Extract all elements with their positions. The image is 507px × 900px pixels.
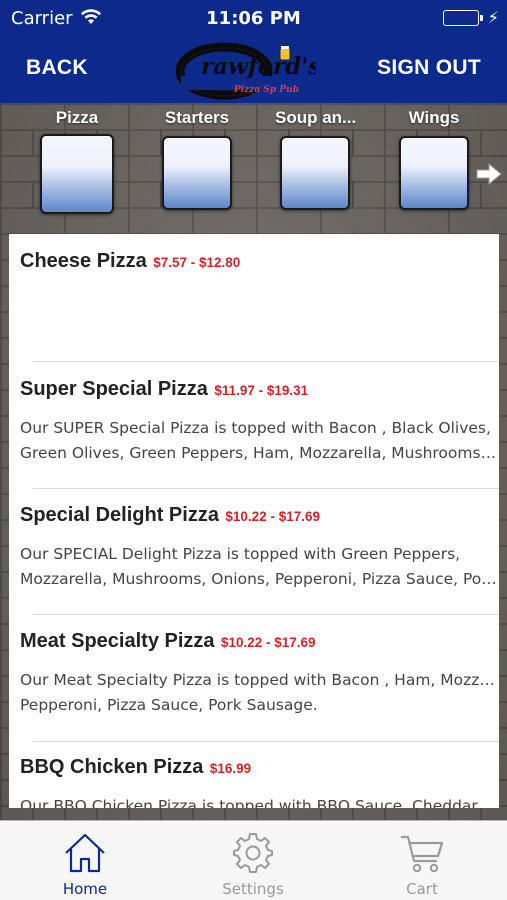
description-line: Green Olives, Green Peppers, Ham, Mozzar…: [20, 444, 498, 462]
status-time: 11:06 PM: [206, 8, 301, 29]
menu-item-meat-specialty-pizza[interactable]: Meat Specialty Pizza $10.22 - $17.69 Our…: [9, 614, 499, 741]
category-pizza[interactable]: Pizza: [37, 107, 117, 214]
menu-item-name: Meat Specialty Pizza: [20, 630, 215, 652]
tab-settings[interactable]: Settings: [193, 821, 313, 900]
category-wings[interactable]: Wings: [394, 107, 474, 210]
battery-icon: [443, 10, 483, 26]
category-label: Wings: [408, 108, 460, 127]
category-label: Pizza: [55, 108, 99, 127]
tab-cart[interactable]: Cart: [362, 821, 482, 900]
menu-item-description: Our SPECIAL Delight Pizza is topped with…: [20, 542, 498, 592]
menu-item-description: Our BBQ Chicken Pizza is topped with BBQ…: [20, 794, 498, 808]
svg-text:Pizza Sp Pub: Pizza Sp Pub: [233, 85, 299, 95]
app-header: Carrier 11:06 PM ⚡ BACK rawford's Pizza …: [0, 0, 507, 103]
menu-item-price: $10.22 - $17.69: [225, 509, 320, 524]
category-thumbnail: [40, 134, 114, 214]
category-starters[interactable]: Starters: [157, 107, 237, 210]
description-line: Pepperoni, Pizza Sauce, Pork Sausage.: [20, 696, 318, 714]
menu-item-special-delight-pizza[interactable]: Special Delight Pizza $10.22 - $17.69 Ou…: [9, 488, 499, 614]
menu-item-description: Our Meat Specialty Pizza is topped with …: [20, 668, 498, 718]
menu-item-bbq-chicken-pizza[interactable]: BBQ Chicken Pizza $16.99 Our BBQ Chicken…: [9, 740, 499, 808]
menu-item-cheese-pizza[interactable]: Cheese Pizza $7.57 - $12.80: [9, 234, 499, 361]
menu-item-title: Special Delight Pizza $10.22 - $17.69: [20, 504, 320, 527]
menu-item-title: Meat Specialty Pizza $10.22 - $17.69: [20, 630, 316, 653]
menu-item-name: Cheese Pizza: [20, 250, 147, 272]
description-line: Our Meat Specialty Pizza is topped with …: [20, 671, 498, 689]
menu-item-list[interactable]: Cheese Pizza $7.57 - $12.80 Super Specia…: [9, 234, 499, 808]
cart-icon: [401, 835, 444, 873]
arrow-right-icon[interactable]: [475, 162, 503, 186]
menu-item-price: $11.97 - $19.31: [214, 383, 309, 398]
tab-label: Home: [62, 880, 108, 898]
menu-item-price: $10.22 - $17.69: [220, 635, 316, 650]
category-thumbnail: [280, 136, 350, 210]
menu-item-description: Our SUPER Special Pizza is topped with B…: [20, 416, 498, 466]
svg-text:rawford's: rawford's: [201, 53, 316, 80]
category-label: Starters: [164, 108, 230, 127]
charging-icon: ⚡: [487, 8, 499, 27]
back-button[interactable]: BACK: [26, 56, 88, 80]
status-bar: Carrier 11:06 PM ⚡: [0, 0, 507, 36]
menu-item-name: BBQ Chicken Pizza: [20, 756, 204, 778]
crawfords-logo: rawford's Pizza Sp Pub: [176, 42, 316, 100]
tab-label: Cart: [406, 880, 438, 898]
menu-item-price: $16.99: [209, 761, 252, 776]
description-line: Mozzarella, Mushrooms, Onions, Pepperoni…: [20, 570, 498, 588]
description-line: Our BBQ Chicken Pizza is topped with BBQ…: [20, 797, 492, 808]
gear-icon: [233, 833, 273, 873]
category-soup[interactable]: Soup an...: [275, 107, 355, 210]
category-thumbnail: [399, 136, 469, 210]
category-thumbnail: [162, 136, 232, 210]
category-label: Soup an...: [275, 108, 355, 127]
menu-item-super-special-pizza[interactable]: Super Special Pizza $11.97 - $19.31 Our …: [9, 362, 499, 488]
description-line: Our SUPER Special Pizza is topped with B…: [20, 419, 491, 437]
menu-item-price: $7.57 - $12.80: [153, 255, 241, 270]
menu-item-name: Super Special Pizza: [20, 378, 208, 400]
menu-item-title: BBQ Chicken Pizza $16.99: [20, 756, 251, 779]
menu-item-title: Super Special Pizza $11.97 - $19.31: [20, 378, 308, 401]
tab-label: Settings: [222, 880, 284, 898]
tab-home[interactable]: Home: [25, 821, 145, 900]
menu-item-name: Special Delight Pizza: [20, 504, 219, 526]
tab-bar: Home Settings Cart: [0, 820, 507, 900]
menu-item-title: Cheese Pizza $7.57 - $12.80: [20, 250, 240, 273]
home-icon: [65, 833, 105, 873]
sign-out-button[interactable]: SIGN OUT: [377, 56, 481, 80]
description-line: Our SPECIAL Delight Pizza is topped with…: [20, 545, 461, 563]
